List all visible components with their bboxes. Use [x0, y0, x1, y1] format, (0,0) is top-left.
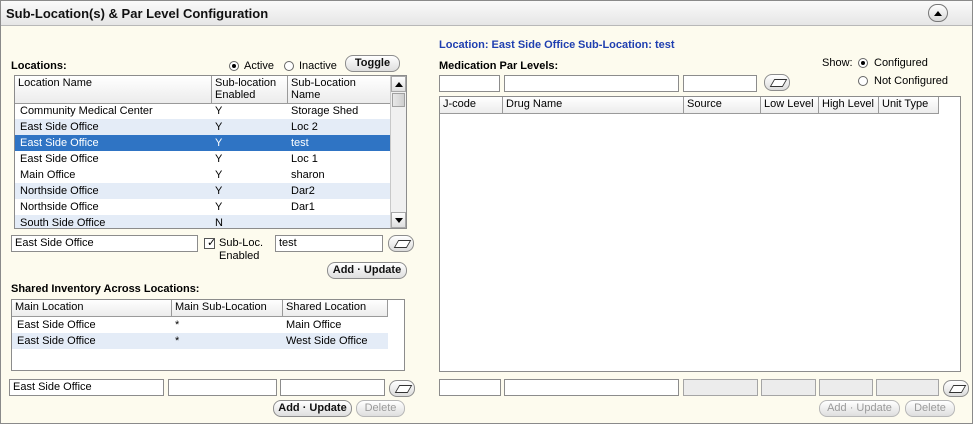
drug-name-filter-input[interactable] [504, 75, 679, 92]
panel-title: Sub-Location(s) & Par Level Configuratio… [6, 6, 269, 21]
med-col-drug-name[interactable]: Drug Name [503, 97, 684, 114]
table-row-selected[interactable]: East Side Office Y test [15, 135, 391, 151]
arrow-down-icon [395, 218, 403, 223]
locations-label: Locations: [11, 60, 67, 72]
shared-add-update-button[interactable]: Add · Update [273, 400, 352, 417]
source-filter-input[interactable] [683, 75, 757, 92]
configured-radio[interactable] [858, 58, 868, 68]
checkmark-icon: ✓ [207, 237, 217, 249]
med-col-jcode[interactable]: J-code [440, 97, 503, 114]
active-radio[interactable] [229, 61, 239, 71]
clear-shared-button[interactable] [389, 380, 415, 397]
clear-medication-button[interactable] [943, 380, 969, 397]
med-col-high-level[interactable]: High Level [819, 97, 879, 114]
not-configured-radio-label: Not Configured [874, 75, 948, 87]
med-col-low-level[interactable]: Low Level [761, 97, 819, 114]
shared-inventory-grid: Main Location Main Sub-Location Shared L… [11, 299, 405, 371]
shared-col-main-sublocation[interactable]: Main Sub-Location [172, 300, 283, 317]
subloc-enabled-label: Sub-Loc. Enabled [219, 237, 264, 262]
par-level-config-panel: Sub-Location(s) & Par Level Configuratio… [0, 0, 973, 424]
med-col-source[interactable]: Source [684, 97, 761, 114]
table-row[interactable]: East Side Office * West Side Office [12, 333, 388, 349]
table-row[interactable]: Northside Office Y Dar1 [15, 199, 391, 215]
shared-delete-button[interactable]: Delete [356, 400, 405, 417]
locations-col-subloc-enabled[interactable]: Sub-location Enabled [212, 76, 288, 104]
inactive-radio-label: Inactive [299, 60, 337, 72]
context-sublocation: Sub-Location: test [578, 39, 675, 51]
panel-title-bar: Sub-Location(s) & Par Level Configuratio… [1, 1, 972, 26]
main-location-input[interactable]: East Side Office [9, 379, 164, 396]
scroll-thumb[interactable] [392, 93, 405, 107]
medication-delete-button[interactable]: Delete [905, 400, 955, 417]
table-row[interactable]: East Side Office Y Loc 1 [15, 151, 391, 167]
main-sublocation-input[interactable] [168, 379, 277, 396]
source-input [683, 379, 758, 396]
locations-col-location-name[interactable]: Location Name [15, 76, 212, 104]
table-row[interactable]: Main Office Y sharon [15, 167, 391, 183]
medication-add-update-button[interactable]: Add · Update [819, 400, 900, 417]
not-configured-radio[interactable] [858, 76, 868, 86]
clear-medication-filter-button[interactable] [764, 74, 790, 91]
context-location: Location: East Side Office [439, 39, 576, 51]
shared-location-input[interactable] [280, 379, 385, 396]
clear-locations-button[interactable] [388, 235, 414, 252]
locations-grid: Location Name Sub-location Enabled Sub-L… [14, 75, 407, 229]
table-row[interactable]: East Side Office * Main Office [12, 317, 388, 333]
scroll-up-button[interactable] [391, 76, 406, 92]
table-row[interactable]: East Side Office Y Loc 2 [15, 119, 391, 135]
collapse-panel-button[interactable] [928, 4, 948, 22]
table-row[interactable]: Community Medical Center Y Storage Shed [15, 103, 391, 119]
arrow-up-icon [395, 82, 403, 87]
locations-add-update-button[interactable]: Add · Update [327, 262, 407, 279]
configured-radio-label: Configured [874, 57, 928, 69]
locations-col-subloc-name[interactable]: Sub-Location Name [288, 76, 392, 104]
inactive-radio[interactable] [284, 61, 294, 71]
high-level-input [819, 379, 873, 396]
med-col-unit-type[interactable]: Unit Type [879, 97, 939, 114]
show-label: Show: [822, 57, 853, 69]
jcode-filter-input[interactable] [439, 75, 500, 92]
medication-grid: J-code Drug Name Source Low Level High L… [439, 96, 961, 372]
location-name-input[interactable]: East Side Office [11, 235, 198, 252]
shared-inventory-label: Shared Inventory Across Locations: [11, 283, 200, 295]
jcode-input[interactable] [439, 379, 501, 396]
shared-col-main-location[interactable]: Main Location [12, 300, 172, 317]
scroll-down-button[interactable] [391, 212, 406, 228]
low-level-input [761, 379, 816, 396]
medication-par-levels-label: Medication Par Levels: [439, 60, 559, 72]
active-radio-label: Active [244, 60, 274, 72]
table-row[interactable]: Northside Office Y Dar2 [15, 183, 391, 199]
subloc-enabled-checkbox[interactable]: ✓ [204, 237, 217, 249]
chevron-up-icon [934, 11, 942, 16]
sublocation-name-input[interactable]: test [275, 235, 383, 252]
drug-name-input[interactable] [504, 379, 679, 396]
shared-col-shared-location[interactable]: Shared Location [283, 300, 388, 317]
toggle-button[interactable]: Toggle [345, 55, 400, 72]
table-row[interactable]: South Side Office N [15, 215, 391, 228]
locations-scrollbar[interactable] [390, 76, 406, 228]
unit-type-input [876, 379, 939, 396]
